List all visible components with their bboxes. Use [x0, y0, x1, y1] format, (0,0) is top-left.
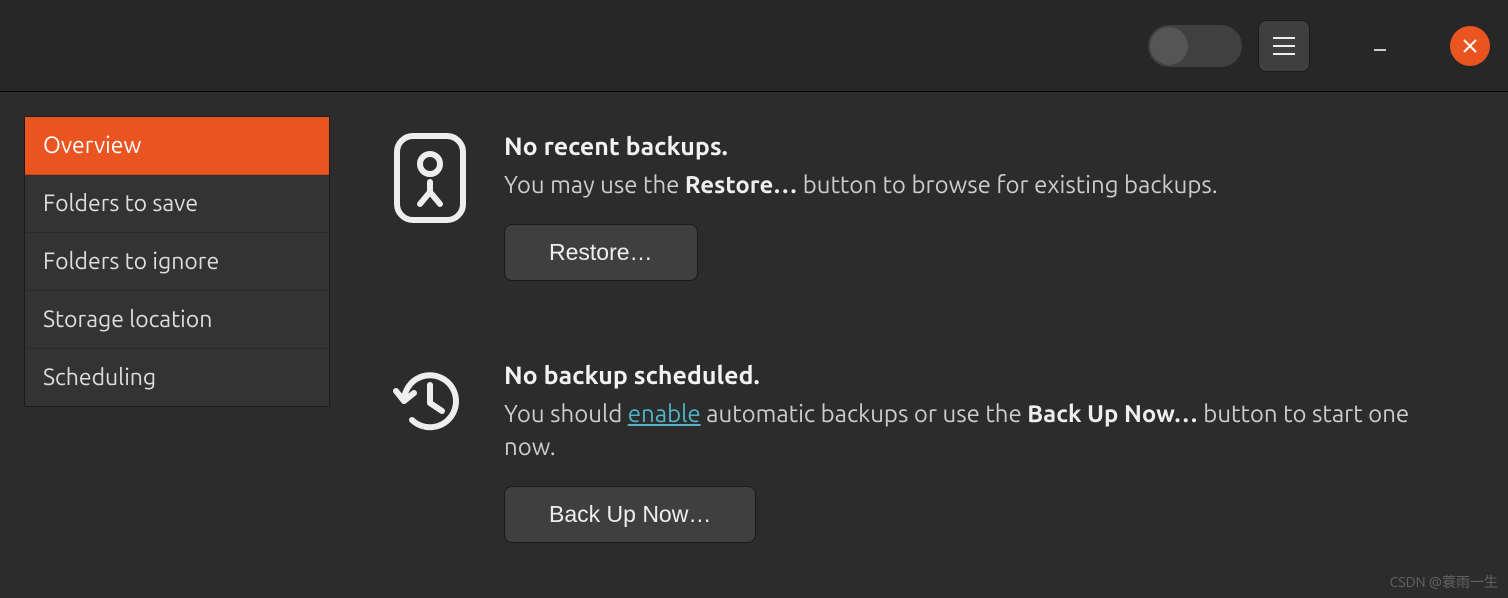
enable-link[interactable]: enable — [628, 400, 701, 427]
sidebar-list: Overview Folders to save Folders to igno… — [24, 116, 330, 407]
sidebar-item-overview[interactable]: Overview — [25, 117, 329, 175]
minimize-icon — [1372, 38, 1388, 54]
sidebar-item-folders-ignore[interactable]: Folders to ignore — [25, 233, 329, 291]
history-clock-icon — [390, 361, 470, 453]
content: Overview Folders to save Folders to igno… — [0, 92, 1508, 598]
backup-body: No backup scheduled. You should enable a… — [504, 361, 1448, 543]
hamburger-icon — [1273, 37, 1295, 55]
sidebar-item-storage-location[interactable]: Storage location — [25, 291, 329, 349]
backup-now-button[interactable]: Back Up Now… — [504, 486, 756, 543]
watermark: CSDN @蓑雨一生 — [1390, 572, 1498, 592]
close-button[interactable] — [1450, 26, 1490, 66]
backup-description: You should enable automatic backups or u… — [504, 397, 1448, 464]
restore-body: No recent backups. You may use the Resto… — [504, 132, 1218, 281]
restore-section: No recent backups. You may use the Resto… — [390, 132, 1448, 281]
restore-title: No recent backups. — [504, 132, 1218, 160]
sidebar-item-scheduling[interactable]: Scheduling — [25, 349, 329, 406]
sidebar: Overview Folders to save Folders to igno… — [0, 92, 330, 598]
hamburger-menu-button[interactable] — [1258, 20, 1310, 72]
minimize-button[interactable] — [1360, 26, 1400, 66]
backup-title: No backup scheduled. — [504, 361, 1448, 389]
auto-backup-toggle[interactable] — [1148, 25, 1242, 67]
backup-section: No backup scheduled. You should enable a… — [390, 361, 1448, 543]
toggle-knob — [1150, 27, 1188, 65]
restore-button[interactable]: Restore… — [504, 224, 698, 281]
close-icon — [1463, 39, 1477, 53]
main-panel: No recent backups. You may use the Resto… — [330, 92, 1508, 598]
restore-description: You may use the Restore… button to brows… — [504, 168, 1218, 202]
titlebar — [0, 0, 1508, 92]
sidebar-item-folders-save[interactable]: Folders to save — [25, 175, 329, 233]
backup-device-icon — [390, 132, 470, 224]
